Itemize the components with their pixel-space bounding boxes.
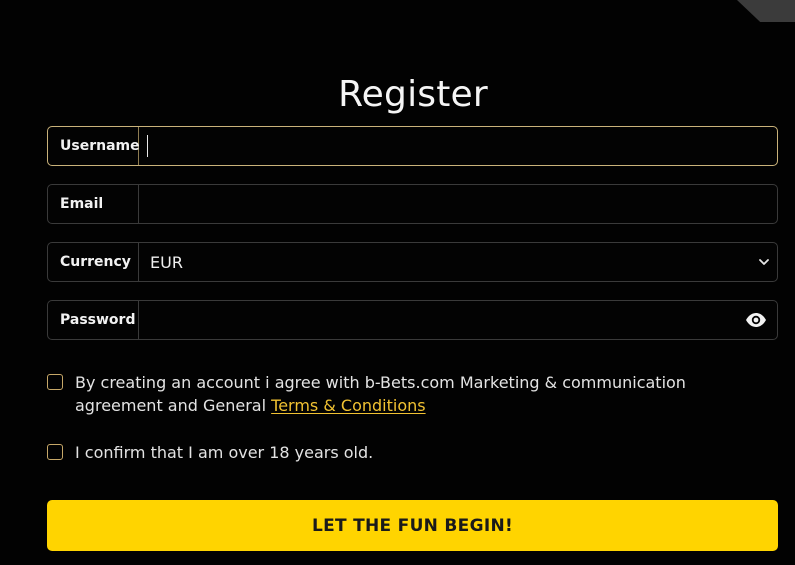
marketing-agreement-row: By creating an account i agree with b-Be… <box>47 371 778 417</box>
currency-value: EUR <box>150 252 183 272</box>
email-field[interactable]: Email <box>47 184 778 224</box>
terms-conditions-link[interactable]: Terms & Conditions <box>271 396 425 415</box>
password-label: Password <box>48 301 139 339</box>
currency-label: Currency <box>48 243 139 281</box>
corner-decoration <box>737 0 795 22</box>
age-confirmation-label: I confirm that I am over 18 years old. <box>75 443 374 462</box>
email-input[interactable] <box>139 185 777 223</box>
username-input[interactable] <box>139 127 777 165</box>
username-label: Username <box>48 127 140 165</box>
age-confirmation-row: I confirm that I am over 18 years old. <box>47 441 778 464</box>
register-submit-button[interactable]: LET THE FUN BEGIN! <box>47 500 778 551</box>
password-field[interactable]: Password <box>47 300 778 340</box>
marketing-agreement-text: By creating an account i agree with b-Be… <box>75 371 778 417</box>
currency-dropdown[interactable]: EUR <box>139 243 777 281</box>
text-caret <box>147 135 148 157</box>
register-page: Register Username Email Currency EUR Pas… <box>0 0 795 565</box>
eye-icon[interactable] <box>745 312 767 328</box>
chevron-down-icon[interactable] <box>757 255 771 269</box>
username-field[interactable]: Username <box>47 126 778 166</box>
email-label: Email <box>48 185 139 223</box>
currency-select[interactable]: Currency EUR <box>47 242 778 282</box>
age-confirmation-checkbox[interactable] <box>47 444 63 460</box>
marketing-agreement-checkbox[interactable] <box>47 374 63 390</box>
password-input[interactable] <box>139 301 777 339</box>
page-title: Register <box>338 74 488 115</box>
